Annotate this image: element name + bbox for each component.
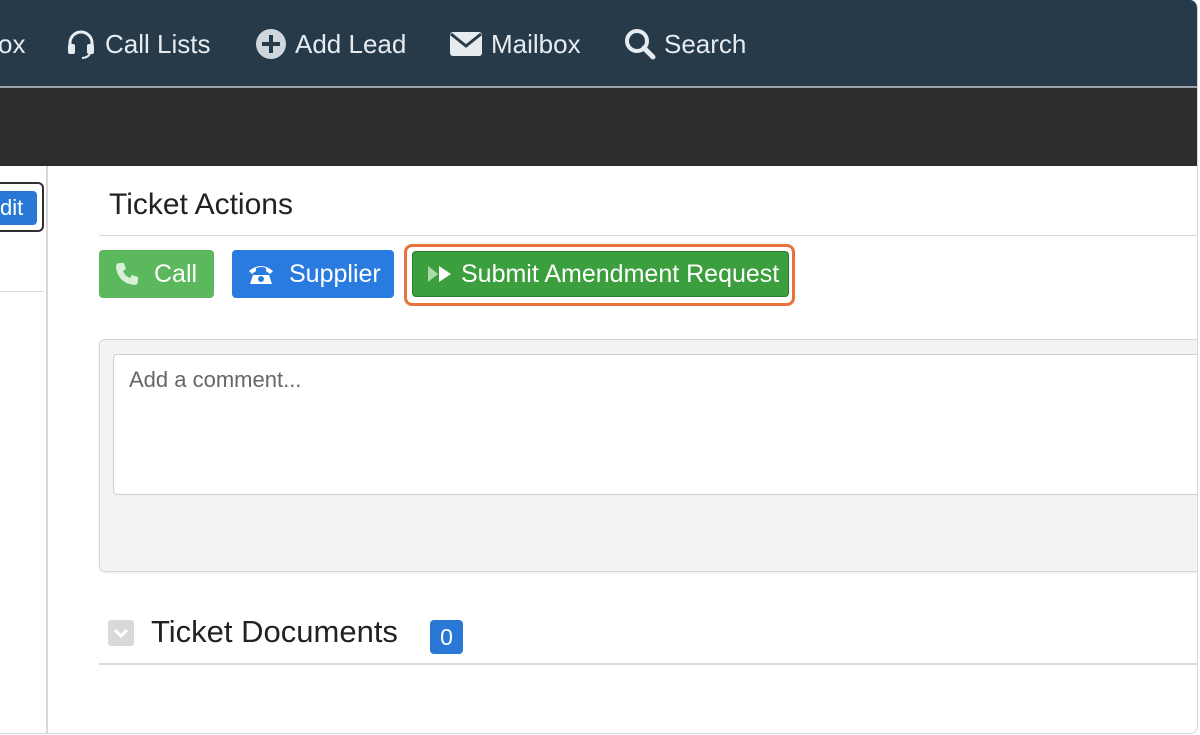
nav-item-search[interactable]: Search (624, 26, 746, 62)
ticket-documents-divider (99, 663, 1197, 665)
phone-icon (114, 261, 140, 287)
supplier-button[interactable]: Supplier (232, 250, 394, 298)
nav-item-mailbox[interactable]: Mailbox (449, 26, 581, 62)
ticket-actions-title: Ticket Actions (109, 188, 293, 221)
search-icon (624, 28, 656, 60)
envelope-icon (449, 30, 483, 58)
nav-item-label: Mailbox (491, 28, 581, 59)
supplier-button-label: Supplier (289, 259, 381, 288)
ticket-documents-title: Ticket Documents (151, 614, 398, 649)
nav-item-label: Search (664, 28, 747, 59)
edit-button[interactable]: dit (0, 191, 37, 225)
collapse-toggle-icon[interactable] (108, 620, 134, 646)
secondary-header-bar (0, 88, 1197, 166)
documents-count-badge: 0 (430, 620, 463, 654)
comment-input[interactable] (113, 354, 1197, 495)
top-navbar: ox Call Lists Add Lead Mailbox Search (0, 0, 1197, 88)
nav-item-label: Add Lead (295, 28, 407, 59)
headset-icon (65, 28, 97, 60)
call-button-label: Call (154, 259, 198, 288)
focus-highlight-ring (404, 244, 795, 306)
left-panel-divider (0, 291, 44, 292)
plus-circle-icon (255, 28, 287, 60)
left-panel: dit (0, 166, 48, 733)
nav-item-label: ox (0, 28, 26, 59)
nav-item-add-lead[interactable]: Add Lead (255, 26, 406, 62)
nav-item-label: Call Lists (105, 28, 211, 59)
ticket-actions-divider (99, 235, 1197, 236)
edit-button-label: dit (0, 195, 24, 220)
call-button[interactable]: Call (99, 250, 214, 298)
nav-item-inbox[interactable]: ox (0, 26, 25, 62)
nav-item-call-lists[interactable]: Call Lists (65, 26, 210, 62)
telephone-icon (247, 262, 275, 286)
app-window: ox Call Lists Add Lead Mailbox Search di… (0, 0, 1198, 734)
